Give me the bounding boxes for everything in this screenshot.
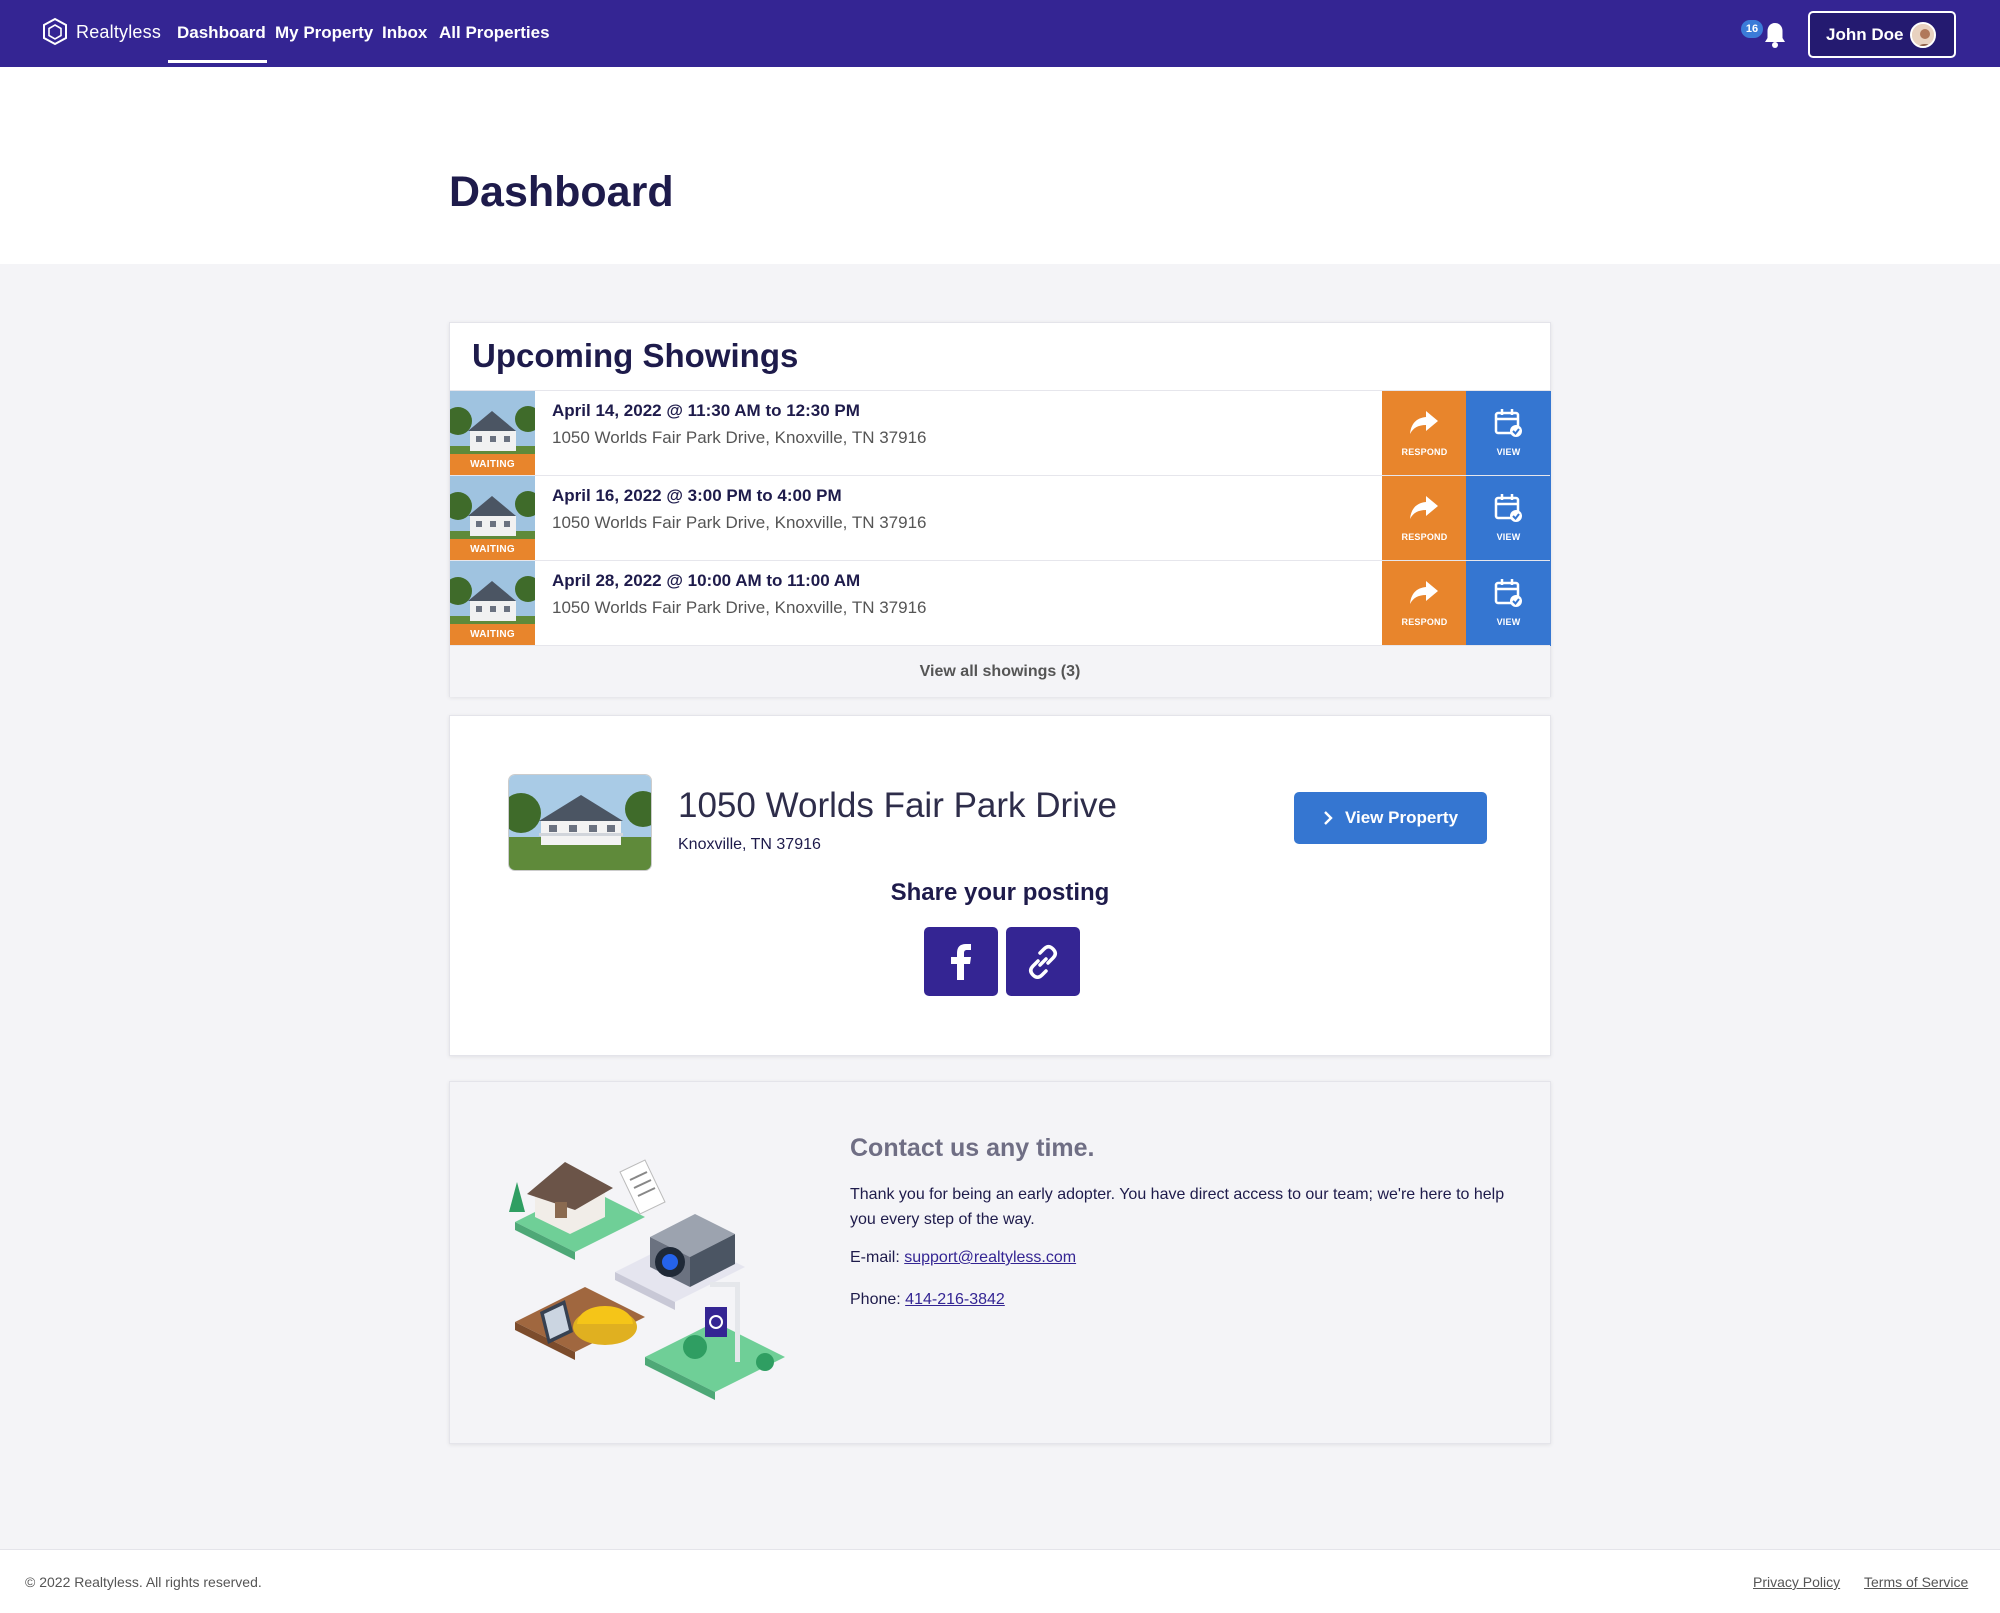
contact-title: Contact us any time. bbox=[850, 1134, 1095, 1162]
house-thumbnail: WAITING bbox=[450, 561, 535, 646]
email-link[interactable]: support@realtyless.com bbox=[904, 1249, 1076, 1266]
link-icon bbox=[1029, 944, 1057, 979]
showing-date: April 16, 2022 @ 3:00 PM to 4:00 PM bbox=[552, 486, 842, 505]
view-label: VIEW bbox=[1496, 447, 1521, 457]
property-title: 1050 Worlds Fair Park Drive bbox=[678, 786, 1117, 825]
view-button[interactable]: VIEW bbox=[1466, 561, 1551, 646]
view-property-button[interactable]: View Property bbox=[1294, 792, 1487, 844]
showings-title: Upcoming Showings bbox=[472, 337, 799, 374]
contact-email-line: E-mail: support@realtyless.com bbox=[850, 1249, 1076, 1267]
respond-label: RESPOND bbox=[1401, 447, 1448, 457]
upcoming-showings-card: Upcoming Showings WAITING April 14, 2022… bbox=[449, 322, 1551, 697]
status-badge: WAITING bbox=[450, 454, 535, 476]
nav-link-my-property[interactable]: My Property bbox=[275, 23, 373, 43]
status-badge: WAITING bbox=[450, 539, 535, 561]
view-label: VIEW bbox=[1496, 532, 1521, 542]
privacy-policy-link[interactable]: Privacy Policy bbox=[1753, 1574, 1840, 1590]
nav-link-dashboard[interactable]: Dashboard bbox=[177, 23, 266, 43]
user-avatar bbox=[1910, 22, 1936, 48]
user-menu-button[interactable]: John Doe bbox=[1808, 11, 1956, 58]
showing-date: April 28, 2022 @ 10:00 AM to 11:00 AM bbox=[552, 571, 861, 590]
realtyless-logo-icon bbox=[43, 17, 67, 46]
contact-phone-line: Phone: 414-216-3842 bbox=[850, 1291, 1005, 1309]
nav-link-inbox[interactable]: Inbox bbox=[382, 23, 427, 43]
email-label: E-mail: bbox=[850, 1249, 900, 1266]
top-navbar: Realtyless Dashboard My Property Inbox A… bbox=[0, 0, 2000, 67]
nav-active-indicator bbox=[168, 60, 267, 63]
user-name: John Doe bbox=[1826, 24, 1904, 44]
house-thumbnail: WAITING bbox=[450, 476, 535, 561]
respond-button[interactable]: RESPOND bbox=[1382, 476, 1467, 561]
notification-count-badge: 16 bbox=[1741, 20, 1763, 38]
phone-label: Phone: bbox=[850, 1291, 901, 1308]
calendar-check-icon bbox=[1494, 494, 1522, 522]
copyright-text: © 2022 Realtyless. All rights reserved. bbox=[25, 1574, 262, 1590]
showing-address: 1050 Worlds Fair Park Drive, Knoxville, … bbox=[552, 428, 927, 447]
share-arrow-icon bbox=[1410, 411, 1438, 434]
showing-date: April 14, 2022 @ 11:30 AM to 12:30 PM bbox=[552, 401, 860, 420]
status-badge: WAITING bbox=[450, 624, 535, 646]
contact-description: Thank you for being an early adopter. Yo… bbox=[850, 1186, 1505, 1228]
showing-row[interactable]: WAITING April 14, 2022 @ 11:30 AM to 12:… bbox=[450, 390, 1551, 476]
view-all-showings-link[interactable]: View all showings (3) bbox=[450, 645, 1550, 697]
page-footer: © 2022 Realtyless. All rights reserved. … bbox=[0, 1549, 2000, 1613]
showing-address: 1050 Worlds Fair Park Drive, Knoxville, … bbox=[552, 513, 927, 532]
brand-name: Realtyless bbox=[76, 21, 162, 42]
property-card: 1050 Worlds Fair Park Drive Knoxville, T… bbox=[449, 715, 1551, 1056]
share-facebook-button[interactable] bbox=[924, 927, 998, 996]
calendar-check-icon bbox=[1494, 579, 1522, 607]
chevron-right-icon bbox=[1324, 811, 1333, 825]
calendar-check-icon bbox=[1494, 409, 1522, 437]
property-location: Knoxville, TN 37916 bbox=[678, 836, 821, 853]
showing-row[interactable]: WAITING April 16, 2022 @ 3:00 PM to 4:00… bbox=[450, 475, 1551, 561]
terms-of-service-link[interactable]: Terms of Service bbox=[1864, 1574, 1968, 1590]
view-button[interactable]: VIEW bbox=[1466, 476, 1551, 561]
contact-card: Contact us any time. Thank you for being… bbox=[449, 1081, 1551, 1444]
real-estate-illustration bbox=[509, 1159, 785, 1400]
view-button[interactable]: VIEW bbox=[1466, 391, 1551, 476]
property-photo bbox=[508, 774, 652, 871]
share-arrow-icon bbox=[1410, 581, 1438, 604]
copy-link-button[interactable] bbox=[1006, 927, 1080, 996]
respond-button[interactable]: RESPOND bbox=[1382, 391, 1467, 476]
respond-label: RESPOND bbox=[1401, 617, 1448, 627]
respond-button[interactable]: RESPOND bbox=[1382, 561, 1467, 646]
share-title: Share your posting bbox=[890, 879, 1110, 906]
nav-link-all-properties[interactable]: All Properties bbox=[439, 23, 550, 43]
facebook-icon bbox=[951, 943, 971, 980]
showing-row[interactable]: WAITING April 28, 2022 @ 10:00 AM to 11:… bbox=[450, 560, 1551, 646]
bell-icon[interactable] bbox=[1762, 21, 1788, 49]
view-property-label: View Property bbox=[1344, 808, 1459, 827]
showing-address: 1050 Worlds Fair Park Drive, Knoxville, … bbox=[552, 598, 927, 617]
phone-link[interactable]: 414-216-3842 bbox=[905, 1291, 1005, 1308]
brand-logo[interactable]: Realtyless bbox=[40, 16, 161, 48]
share-arrow-icon bbox=[1410, 496, 1438, 519]
view-label: VIEW bbox=[1496, 617, 1521, 627]
house-thumbnail: WAITING bbox=[450, 391, 535, 476]
page-title: Dashboard bbox=[449, 168, 674, 216]
respond-label: RESPOND bbox=[1401, 532, 1448, 542]
page-header bbox=[0, 67, 2000, 264]
